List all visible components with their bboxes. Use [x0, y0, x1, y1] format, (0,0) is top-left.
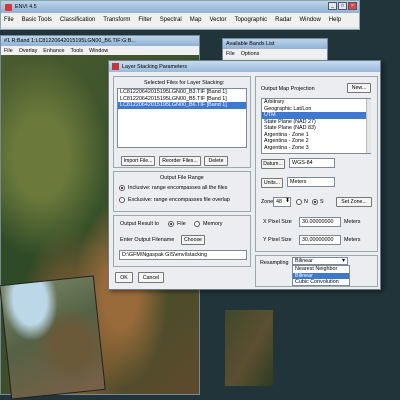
image-menu-tools[interactable]: Tools [71, 48, 84, 54]
projection-panel: Output Map Projection New... Arbitrary G… [255, 76, 378, 252]
file-item-selected[interactable]: LC81220642015195LGN00_B6.TIF [Band 1] [118, 102, 246, 109]
menu-transform[interactable]: Transform [103, 17, 130, 23]
output-result-label: Output Result to [120, 221, 159, 227]
envi-menubar: File Basic Tools Classification Transfor… [1, 13, 359, 27]
envi-window-controls: _ □ × [327, 2, 357, 10]
chevron-down-icon[interactable]: ▾ [342, 257, 345, 264]
delete-button[interactable]: Delete [204, 156, 228, 166]
bands-list-menubar: File Options [223, 49, 327, 59]
resampling-select[interactable]: Bilinear [292, 257, 348, 265]
resampling-dropdown[interactable]: Nearest Neighbor Bilinear Cubic Convolut… [292, 265, 350, 286]
x-pixel-size-label: X Pixel Size [263, 219, 292, 225]
cancel-button[interactable]: Cancel [138, 272, 164, 283]
output-memory-radio[interactable] [194, 221, 200, 227]
ok-button[interactable]: OK [115, 272, 133, 283]
datum-button[interactable]: Datum... [261, 159, 285, 169]
image-window-titlebar: #1 R:Band 1:LC81220642015195LGN00_B6.TIF… [1, 36, 199, 46]
envi-title: ENVI 4.5 [15, 4, 37, 10]
dialog-title: Layer Stacking Parameters [122, 63, 188, 70]
datum-field: WGS-84 [289, 158, 335, 168]
projection-item[interactable]: Argentina - Zone 3 [262, 145, 370, 152]
zone-label: Zone [261, 199, 274, 205]
output-file-radio[interactable] [168, 221, 174, 227]
menu-map[interactable]: Map [190, 17, 202, 23]
import-file-button[interactable]: Import File... [121, 156, 155, 166]
output-range-panel: Output File Range Inclusive: range encom… [113, 171, 251, 212]
selected-files-label: Selected Files for Layer Stacking: [144, 80, 225, 86]
menu-basic-tools[interactable]: Basic Tools [22, 17, 52, 23]
selected-files-panel: Selected Files for Layer Stacking: LC812… [113, 76, 251, 168]
selected-files-list[interactable]: LC81220642015195LGN00_B3.TIF [Band 1] LC… [117, 88, 247, 148]
menu-help[interactable]: Help [329, 17, 341, 23]
menu-classification[interactable]: Classification [60, 17, 95, 23]
menu-window[interactable]: Window [300, 17, 321, 23]
menu-vector[interactable]: Vector [209, 17, 226, 23]
projection-label: Output Map Projection [261, 86, 315, 92]
image-menu-file[interactable]: File [4, 48, 13, 54]
image-menu-overlay[interactable]: Overlay [19, 48, 38, 54]
reorder-files-button[interactable]: Reorder Files... [159, 156, 201, 166]
envi-app-icon [112, 63, 119, 70]
image-window-title: #1 R:Band 1:LC81220642015195LGN00_B6.TIF… [4, 38, 136, 44]
new-projection-button[interactable]: New... [347, 83, 371, 93]
projection-list-scrollbar[interactable] [366, 99, 371, 153]
output-range-label: Output File Range [160, 175, 204, 181]
image-window-menubar: File Overlay Enhance Tools Window [1, 46, 199, 55]
menu-radar[interactable]: Radar [275, 17, 291, 23]
minimize-button[interactable]: _ [328, 2, 337, 10]
menu-filter[interactable]: Filter [138, 17, 151, 23]
bands-menu-file[interactable]: File [226, 51, 235, 57]
units-button[interactable]: Units... [261, 178, 283, 188]
zoom-image-window[interactable] [225, 310, 273, 386]
menu-topographic[interactable]: Topographic [234, 17, 267, 23]
output-result-panel: Output Result to File Memory Enter Outpu… [113, 215, 251, 267]
y-pixel-units-label: Meters [344, 237, 361, 243]
y-pixel-size-input[interactable]: 30.00000000 [299, 235, 341, 245]
maximize-button[interactable]: □ [338, 2, 347, 10]
image-menu-enhance[interactable]: Enhance [43, 48, 64, 54]
bands-menu-options[interactable]: Options [241, 51, 260, 57]
output-filename-input[interactable]: D:\GFM\Ngaspak GIS\envi\stacking [119, 250, 247, 260]
inclusive-label: Inclusive: range encompasses all the fil… [128, 185, 228, 191]
bands-list-titlebar: Available Bands List [223, 39, 327, 49]
menu-spectral[interactable]: Spectral [160, 17, 182, 23]
choose-button[interactable]: Choose [181, 235, 205, 245]
menu-file[interactable]: File [4, 17, 14, 23]
image-menu-window[interactable]: Window [89, 48, 108, 54]
bands-list-title: Available Bands List [226, 41, 275, 47]
layer-stacking-dialog: Layer Stacking Parameters Selected Files… [108, 60, 381, 290]
x-pixel-size-input[interactable]: 30.00000000 [299, 217, 341, 227]
resampling-label: Resampling [260, 260, 289, 266]
y-pixel-size-label: Y Pixel Size [263, 237, 292, 243]
projection-list[interactable]: Arbitrary Geographic Lat/Lon UTM State P… [261, 98, 371, 154]
south-radio[interactable] [312, 199, 318, 205]
units-field: Meters [287, 177, 335, 187]
resampling-panel: Resampling Bilinear ▾ Nearest Neighbor B… [255, 255, 378, 287]
envi-app-icon [5, 3, 12, 11]
scroll-image-window[interactable] [0, 275, 106, 400]
exclusive-radio[interactable] [119, 197, 125, 203]
close-button[interactable]: × [348, 2, 357, 10]
envi-titlebar: ENVI 4.5 [1, 1, 359, 13]
north-radio[interactable] [296, 199, 302, 205]
inclusive-radio[interactable] [119, 185, 125, 191]
set-zone-button[interactable]: Set Zone... [336, 197, 372, 207]
north-label: N [304, 199, 308, 205]
resampling-option[interactable]: Cubic Convolution [293, 279, 349, 285]
envi-main-window: ENVI 4.5 File Basic Tools Classification… [0, 0, 360, 30]
file-item[interactable]: LC81220642015195LGN00_B3.TIF [Band 1] [118, 89, 246, 96]
exclusive-label: Exclusive: range encompasses file overla… [128, 197, 230, 203]
zone-spinner-icon[interactable]: ⬍ [285, 197, 290, 204]
output-memory-label: Memory [203, 221, 223, 227]
output-file-label: File [177, 221, 186, 227]
dialog-titlebar: Layer Stacking Parameters [109, 61, 380, 72]
enter-filename-label: Enter Output Filename [120, 237, 175, 243]
south-label: S [320, 199, 324, 205]
x-pixel-units-label: Meters [344, 219, 361, 225]
